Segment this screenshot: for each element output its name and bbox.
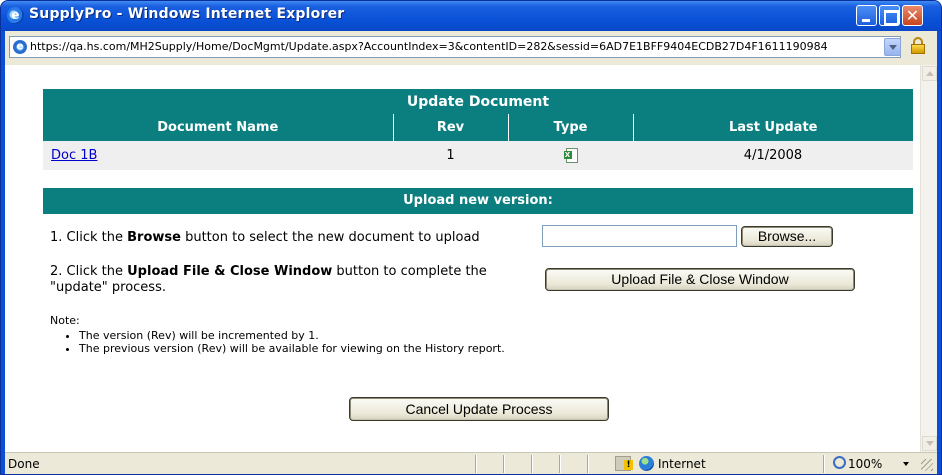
status-divider bbox=[823, 455, 824, 473]
zoom-level[interactable]: 100% bbox=[848, 457, 882, 471]
column-header-document-name: Document Name bbox=[157, 120, 279, 135]
status-bar: Done Internet 100% bbox=[5, 452, 937, 474]
list-item: The previous version (Rev) will be avail… bbox=[79, 342, 505, 355]
internet-zone-globe-icon bbox=[639, 456, 654, 471]
update-document-table: Update Document Document Name Rev Type L… bbox=[43, 89, 913, 170]
last-update-cell: 4/1/2008 bbox=[633, 141, 913, 170]
rev-cell: 1 bbox=[393, 141, 508, 170]
address-input[interactable]: e https://qa.hs.com/MH2Supply/Home/DocMg… bbox=[9, 36, 901, 58]
column-header-type: Type bbox=[507, 114, 633, 141]
upload-close-button[interactable]: Upload File & Close Window bbox=[545, 268, 855, 291]
column-header-rev: Rev bbox=[392, 114, 508, 141]
excel-file-icon[interactable]: X bbox=[563, 147, 578, 164]
maximize-button[interactable] bbox=[879, 5, 900, 26]
address-bar: e https://qa.hs.com/MH2Supply/Home/DocMg… bbox=[5, 31, 937, 65]
file-path-input[interactable] bbox=[542, 225, 737, 247]
list-item: The version (Rev) will be incremented by… bbox=[79, 329, 505, 342]
resize-grip-icon[interactable] bbox=[921, 459, 933, 471]
vertical-scrollbar[interactable] bbox=[920, 65, 937, 452]
ie-logo-icon: e bbox=[7, 7, 24, 24]
note-list: The version (Rev) will be incremented by… bbox=[63, 329, 505, 355]
protected-mode-warning-icon[interactable] bbox=[615, 456, 633, 471]
column-header-last-update: Last Update bbox=[632, 114, 913, 141]
browser-window: e SupplyPro - Windows Internet Explorer … bbox=[0, 0, 942, 475]
browse-button[interactable]: Browse... bbox=[741, 226, 833, 247]
cancel-update-button[interactable]: Cancel Update Process bbox=[349, 397, 609, 421]
step1-instructions: 1. Click the Browse button to select the… bbox=[50, 230, 480, 245]
page-icon: e bbox=[13, 40, 27, 54]
address-url: https://qa.hs.com/MH2Supply/Home/DocMgmt… bbox=[30, 40, 828, 53]
window-title: SupplyPro - Windows Internet Explorer bbox=[29, 6, 345, 22]
status-divider bbox=[587, 455, 588, 473]
security-lock-icon[interactable] bbox=[910, 37, 926, 55]
document-link[interactable]: Doc 1B bbox=[51, 148, 97, 163]
zoom-icon[interactable] bbox=[833, 456, 846, 469]
close-icon: ✕ bbox=[905, 6, 920, 25]
update-document-heading: Update Document bbox=[43, 89, 913, 114]
upload-new-version-heading: Upload new version: bbox=[43, 188, 913, 214]
title-bar[interactable]: e SupplyPro - Windows Internet Explorer … bbox=[1, 1, 941, 31]
status-divider bbox=[559, 455, 560, 473]
minimize-button[interactable] bbox=[856, 5, 877, 26]
table-row: Doc 1B 1 X 4/1/2008 bbox=[43, 141, 913, 170]
address-dropdown-button[interactable] bbox=[884, 38, 901, 56]
close-button[interactable]: ✕ bbox=[902, 5, 923, 26]
note-label: Note: bbox=[50, 314, 80, 327]
type-cell: X bbox=[508, 141, 633, 170]
status-divider bbox=[503, 455, 504, 473]
scroll-down-arrow-icon[interactable] bbox=[922, 436, 937, 451]
status-divider bbox=[531, 455, 532, 473]
status-divider bbox=[475, 455, 476, 473]
document-name-cell: Doc 1B bbox=[43, 141, 393, 170]
security-zone-label: Internet bbox=[658, 457, 706, 471]
table-header-row: Document Name Rev Type Last Update bbox=[43, 114, 913, 141]
status-text: Done bbox=[8, 457, 40, 471]
zoom-dropdown-icon[interactable] bbox=[903, 462, 909, 466]
page-content: Update Document Document Name Rev Type L… bbox=[5, 65, 937, 452]
step2-instructions: 2. Click the Upload File & Close Window … bbox=[50, 264, 487, 295]
scroll-up-arrow-icon[interactable] bbox=[922, 66, 937, 81]
